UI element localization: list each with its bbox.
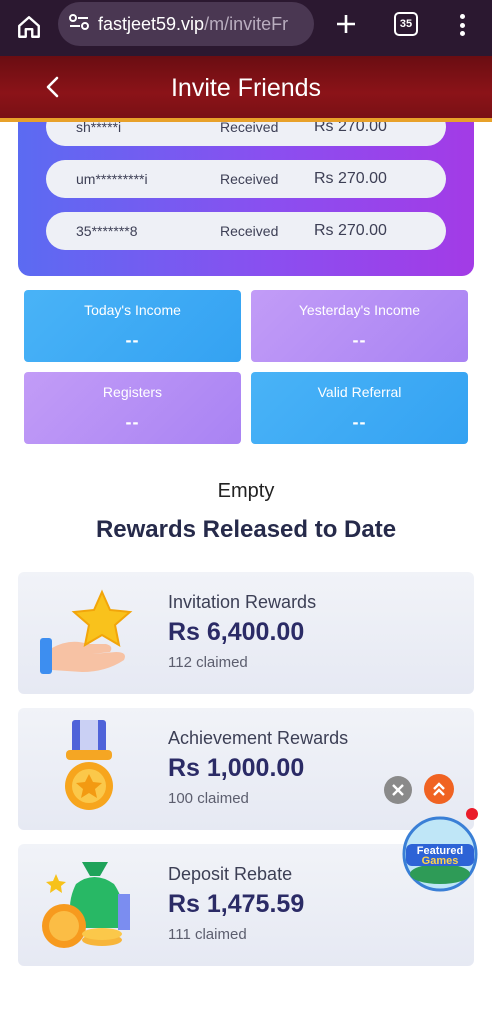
reward-name: Invitation Rewards <box>168 592 317 612</box>
reward-claimed-count: 100 claimed <box>168 790 249 807</box>
url-text: fastjeet59.vip/m/inviteFr <box>98 14 288 35</box>
valid-referral-card: Valid Referral -- <box>251 372 468 444</box>
featured-games-button[interactable]: Featured Games <box>400 814 480 894</box>
close-float-icon[interactable] <box>384 776 412 804</box>
claim-status: Received <box>220 223 279 239</box>
rewards-section-title: Rewards Released to Date <box>95 516 397 543</box>
claim-row: sh*****i Received Rs 270.00 <box>46 122 446 146</box>
registers-card: Registers -- <box>24 372 241 444</box>
url-host: fastjeet59.vip <box>98 13 205 34</box>
stat-value: -- <box>125 330 140 350</box>
medal-icon <box>36 718 136 818</box>
todays-income-card: Today's Income -- <box>24 290 241 362</box>
claim-status: Received <box>220 122 279 135</box>
more-menu-icon[interactable] <box>452 10 472 40</box>
reward-claimed-count: 111 claimed <box>168 926 247 943</box>
claim-amount: Rs 270.00 <box>314 170 387 187</box>
claim-status: Received <box>220 171 279 187</box>
claim-row: 35*******8 Received Rs 270.00 <box>46 212 446 250</box>
stat-label: Registers <box>102 384 163 400</box>
page-title: Invite Friends <box>170 74 322 102</box>
money-bag-icon <box>36 854 136 954</box>
site-settings-icon[interactable] <box>68 12 90 37</box>
stat-label: Yesterday's Income <box>298 302 421 318</box>
reward-card-achievement[interactable]: Achievement Rewards Rs 1,000.00 100 clai… <box>18 708 474 830</box>
claim-user: sh*****i <box>76 122 122 135</box>
stat-value: -- <box>125 412 140 432</box>
address-bar[interactable]: fastjeet59.vip/m/inviteFr <box>58 2 314 46</box>
browser-toolbar: fastjeet59.vip/m/inviteFr 35 <box>0 0 492 56</box>
claim-user: um*********i <box>76 171 148 187</box>
star-hand-icon <box>36 582 136 682</box>
tab-switcher-button[interactable]: 35 <box>394 12 418 36</box>
reward-amount: Rs 1,000.00 <box>168 754 305 782</box>
claim-amount: Rs 270.00 <box>314 222 387 239</box>
reward-amount: Rs 6,400.00 <box>168 618 305 646</box>
reward-name: Deposit Rebate <box>168 864 293 884</box>
new-tab-button[interactable] <box>330 8 362 40</box>
reward-claimed-count: 112 claimed <box>168 654 248 671</box>
claim-user: 35*******8 <box>76 223 138 239</box>
scroll-top-icon[interactable] <box>424 774 454 804</box>
featured-line2: Games <box>422 855 459 867</box>
app-header: Invite Friends <box>0 56 492 122</box>
yesterdays-income-card: Yesterday's Income -- <box>251 290 468 362</box>
claim-amount: Rs 270.00 <box>314 122 387 135</box>
reward-name: Achievement Rewards <box>168 728 349 748</box>
home-icon[interactable] <box>12 10 46 44</box>
reward-amount: Rs 1,475.59 <box>168 890 305 918</box>
stat-label: Valid Referral <box>317 384 402 400</box>
stat-label: Today's Income <box>84 302 181 318</box>
stat-value: -- <box>352 330 367 350</box>
claim-row: um*********i Received Rs 270.00 <box>46 160 446 198</box>
url-path: /m/inviteFr <box>204 13 289 34</box>
reward-card-invitation[interactable]: Invitation Rewards Rs 6,400.00 112 claim… <box>18 572 474 694</box>
stat-value: -- <box>352 412 367 432</box>
content-scroll-area[interactable]: sh*****i Received Rs 270.00 um*********i… <box>0 122 492 1024</box>
empty-state-text: Empty <box>217 480 275 502</box>
